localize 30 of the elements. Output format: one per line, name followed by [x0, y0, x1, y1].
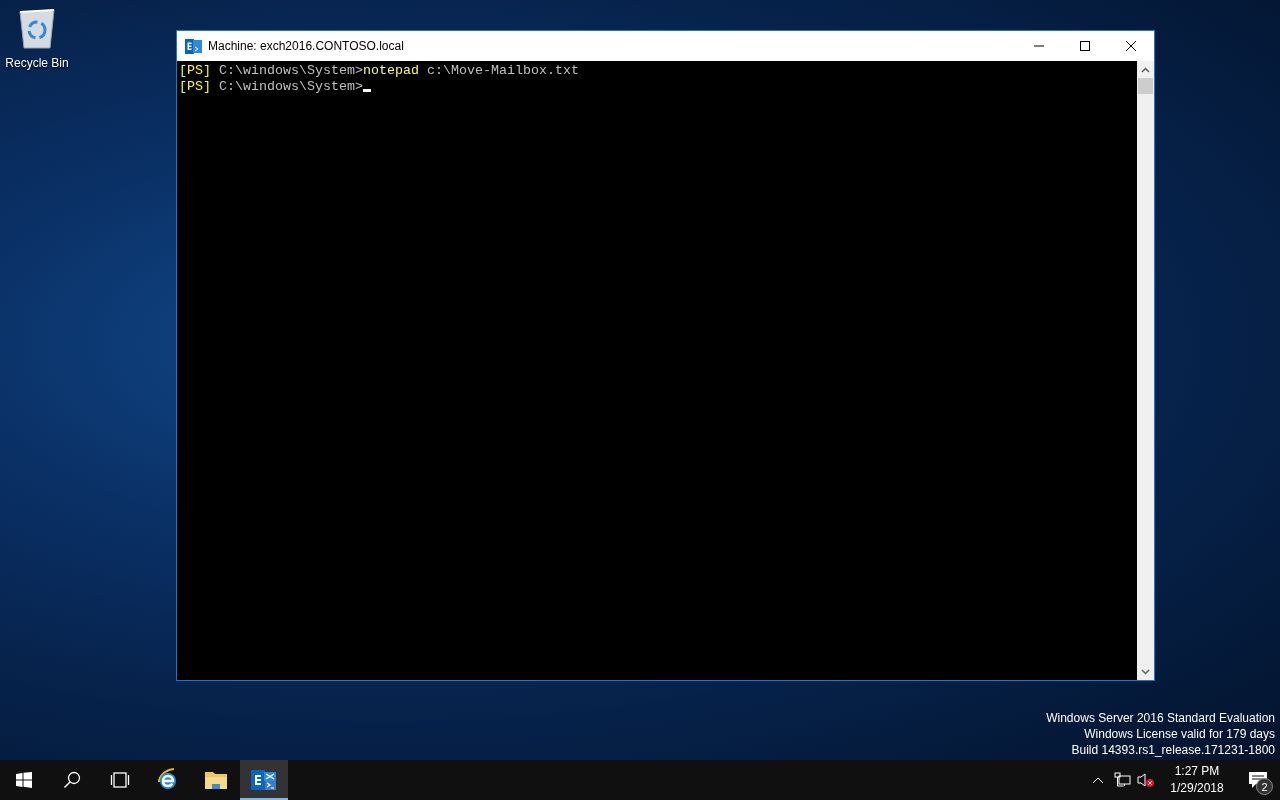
- network-icon: [1113, 772, 1131, 788]
- scrollbar[interactable]: [1137, 61, 1154, 680]
- console-line: [PS] C:\windows\System>notepad c:\Move-Mailbox.txt: [179, 63, 579, 79]
- windows-logo-icon: [16, 772, 32, 788]
- recycle-bin-icon[interactable]: [17, 6, 57, 50]
- close-icon: [1126, 41, 1136, 51]
- edition-text: Windows License valid for 179 days: [1084, 726, 1275, 742]
- notification-count: 2: [1256, 778, 1273, 795]
- scroll-up-icon[interactable]: [1141, 66, 1150, 73]
- console-line: [PS] C:\windows\System>: [179, 79, 371, 95]
- scroll-down-icon[interactable]: [1141, 668, 1150, 675]
- search-icon: [63, 771, 81, 789]
- edition-text: Build 14393.rs1_release.171231-1800: [1071, 742, 1275, 758]
- clock[interactable]: 1:27 PM 1/29/2018: [1158, 760, 1236, 800]
- clock-date: 1/29/2018: [1170, 780, 1224, 797]
- console-output[interactable]: [PS] C:\windows\System>notepad c:\Move-Mailbox.txt [PS] C:\windows\System>: [177, 61, 1137, 680]
- maximize-icon: [1080, 41, 1090, 51]
- folder-icon: [204, 769, 228, 791]
- edition-text: Windows Server 2016 Standard Evaluation: [1046, 710, 1275, 726]
- speaker-icon: [1137, 772, 1155, 788]
- chevron-up-icon: [1092, 776, 1104, 784]
- exchange-shell-icon: [185, 37, 202, 55]
- exchange-shell-icon: [251, 768, 277, 792]
- scroll-thumb[interactable]: [1138, 78, 1153, 94]
- clock-time: 1:27 PM: [1174, 763, 1220, 780]
- window-title: Machine: exch2016.CONTOSO.local: [208, 39, 405, 53]
- taskbar-button[interactable]: [240, 760, 288, 800]
- desktop-icon-label[interactable]: Recycle Bin: [5, 56, 69, 70]
- notifications-button[interactable]: 2: [1236, 760, 1280, 800]
- task-view-icon: [109, 772, 131, 788]
